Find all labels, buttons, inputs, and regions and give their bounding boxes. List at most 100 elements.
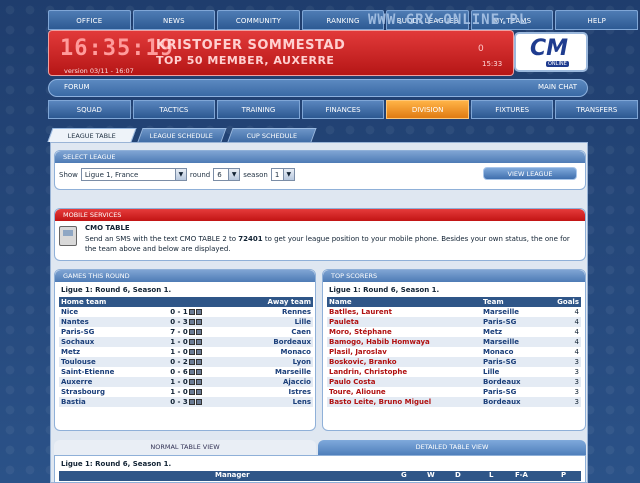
detailed-table-view-tab[interactable]: DETAILED TABLE VIEW [318,440,586,455]
report-icon[interactable] [188,359,195,365]
home-team[interactable]: Strasbourg [59,387,159,397]
home-team[interactable]: Saint-Etienne [59,367,159,377]
player-name[interactable]: Moro, Stéphane [327,327,481,337]
forum-bar [48,79,588,97]
normal-table-view-tab[interactable]: NORMAL TABLE VIEW [54,440,316,455]
player-name[interactable]: Boskovic, Branko [327,357,481,367]
away-team[interactable]: Lille [213,317,313,327]
player-team[interactable]: Marseille [481,337,551,347]
player-name[interactable]: Paulo Costa [327,377,481,387]
home-team[interactable]: Nantes [59,317,159,327]
section-nav-item[interactable]: DIVISION [386,100,469,119]
col-name: Name [327,297,481,307]
tab-league-schedule[interactable]: LEAGUE SCHEDULE [137,128,227,142]
stats-icon[interactable] [195,389,202,395]
player-name[interactable]: Plasil, Jaroslav [327,347,481,357]
top-nav-item[interactable]: COMMUNITY [217,10,300,30]
away-team[interactable]: Lens [213,397,313,407]
view-league-button[interactable]: VIEW LEAGUE [483,167,577,180]
section-nav-item[interactable]: FINANCES [301,100,385,119]
section-nav-item[interactable]: TRAINING [217,100,300,119]
forum-link[interactable]: FORUM [64,83,90,91]
away-team[interactable]: Ajaccio [213,377,313,387]
tab-label: LEAGUE TABLE [67,132,116,140]
home-team[interactable]: Paris-SG [59,327,159,337]
player-name[interactable]: Landrin, Christophe [327,367,481,377]
league-select[interactable]: Ligue 1, France ▼ [80,168,187,181]
stats-icon[interactable] [195,359,202,365]
tab-league-table[interactable]: LEAGUE TABLE [47,128,137,142]
home-team[interactable]: Bastia [59,397,159,407]
player-name[interactable]: Pauleta [327,317,481,327]
away-team[interactable]: Lyon [213,357,313,367]
player-team[interactable]: Paris-SG [481,357,551,367]
away-team[interactable]: Rennes [213,307,313,317]
player-team[interactable]: Marseille [481,307,551,317]
report-icon[interactable] [188,329,195,335]
home-team[interactable]: Auxerre [59,377,159,387]
top-nav-item[interactable]: HELP [555,10,639,30]
away-team[interactable]: Bordeaux [213,337,313,347]
stats-icon[interactable] [195,369,202,375]
report-icon[interactable] [188,309,195,315]
player-team[interactable]: Paris-SG [481,317,551,327]
player-name[interactable]: Toure, Alioune [327,387,481,397]
season-select[interactable]: 1 ▼ [270,168,295,181]
section-nav-item[interactable]: SQUAD [48,100,131,119]
player-team[interactable]: Paris-SG [481,387,551,397]
round-select[interactable]: 6 ▼ [213,168,241,181]
stats-icon[interactable] [195,349,202,355]
report-icon[interactable] [188,369,195,375]
scorer-row: Boskovic, Branko Paris-SG 3 [327,357,581,367]
section-nav-item[interactable]: TACTICS [132,100,216,119]
player-name[interactable]: Basto Leite, Bruno Miguel [327,397,481,407]
game-row: Paris-SG 7 - 0 Caen [59,327,313,337]
stats-icon[interactable] [195,339,202,345]
stats-icon[interactable] [195,399,202,405]
player-goals: 4 [551,337,581,347]
score-cell: 7 - 0 [159,327,213,337]
main-chat-link[interactable]: MAIN CHAT [538,83,577,91]
report-icon[interactable] [188,339,195,345]
report-icon[interactable] [188,379,195,385]
stats-icon[interactable] [195,319,202,325]
stats-icon[interactable] [195,309,202,315]
stats-icon[interactable] [195,379,202,385]
player-team[interactable]: Monaco [481,347,551,357]
player-goals: 4 [574,308,579,316]
away-team[interactable]: Monaco [213,347,313,357]
player-team[interactable]: Lille [481,367,551,377]
report-icon[interactable] [188,399,195,405]
report-icon[interactable] [188,319,195,325]
chevron-down-icon: ▼ [228,169,240,180]
home-team[interactable]: Sochaux [59,337,159,347]
player-team[interactable]: Bordeaux [481,377,551,387]
home-team[interactable]: Toulouse [59,357,159,367]
game-row: Toulouse 0 - 2 Lyon [59,357,313,367]
report-icon[interactable] [188,349,195,355]
top-nav-item[interactable]: OFFICE [48,10,131,30]
player-team[interactable]: Bordeaux [481,397,551,407]
scorer-row: Plasil, Jaroslav Monaco 4 [327,347,581,357]
report-icon[interactable] [188,389,195,395]
player-team[interactable]: Metz [481,327,551,337]
away-team[interactable]: Istres [213,387,313,397]
message-count[interactable]: 0 [478,44,484,54]
away-team[interactable]: Marseille [213,367,313,377]
stats-icon[interactable] [195,329,202,335]
scorer-row: Moro, Stéphane Metz 4 [327,327,581,337]
home-team[interactable]: Metz [59,347,159,357]
player-name[interactable]: Bamogo, Habib Homwaya [327,337,481,347]
score: 1 - 0 [170,378,188,386]
home-team[interactable]: Nice [59,307,159,317]
version-label: version 03/11 - 16:07 [64,67,134,75]
panel-header: GAMES THIS ROUND [55,270,315,282]
player-goals: 3 [574,388,579,396]
away-team[interactable]: Caen [213,327,313,337]
section-nav-item[interactable]: FIXTURES [470,100,554,119]
scorers-table: Name Team Goals Batlles, Laurent Marseill… [327,297,581,407]
top-nav-item[interactable]: NEWS [132,10,216,30]
player-name[interactable]: Batlles, Laurent [327,307,481,317]
section-nav-item[interactable]: TRANSFERS [555,100,639,119]
tab-cup-schedule[interactable]: CUP SCHEDULE [227,128,317,142]
